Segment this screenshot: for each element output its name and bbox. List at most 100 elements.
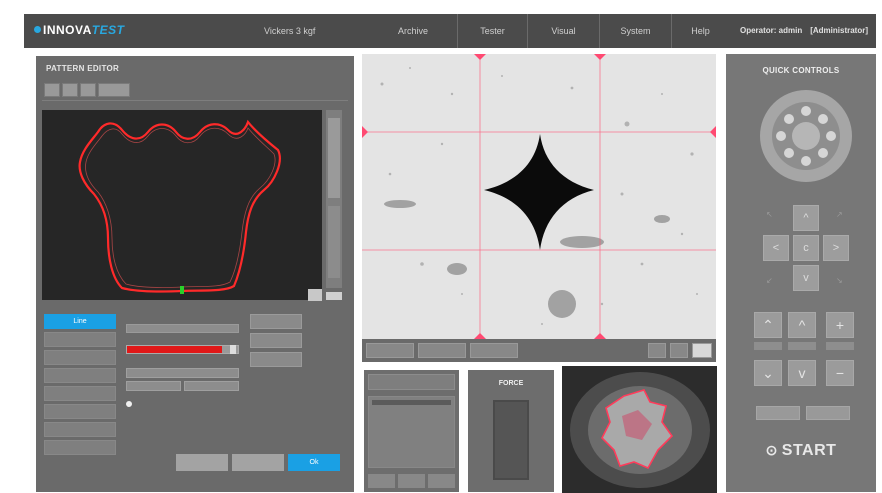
canvas-scrollbar[interactable] bbox=[326, 110, 342, 288]
center-stage-icon[interactable]: c bbox=[793, 235, 819, 261]
joystick-up-icon[interactable] bbox=[801, 106, 811, 116]
live-camera-view[interactable] bbox=[362, 54, 716, 339]
toolbar-button[interactable] bbox=[648, 343, 666, 358]
zoom-in-icon[interactable]: + bbox=[826, 312, 854, 338]
down-icon[interactable]: v bbox=[788, 360, 816, 386]
pattern-outline bbox=[78, 119, 281, 294]
quick-controls-title: QUICK CONTROLS bbox=[762, 66, 840, 75]
arrow-right-icon[interactable]: > bbox=[823, 235, 849, 261]
arrow-upleft-icon[interactable]: ↖ bbox=[766, 210, 773, 219]
arrow-down-icon[interactable]: v bbox=[793, 265, 819, 291]
slider-knob[interactable] bbox=[230, 345, 236, 354]
nav-tester[interactable]: Tester bbox=[457, 14, 527, 48]
joystick-right-icon[interactable] bbox=[826, 131, 836, 141]
tool-button[interactable] bbox=[80, 83, 96, 97]
tool-button[interactable] bbox=[44, 83, 60, 97]
action-button[interactable] bbox=[250, 314, 302, 329]
pattern-actions bbox=[250, 314, 302, 371]
tool-line-button[interactable]: Line bbox=[44, 314, 116, 329]
radio-icon[interactable] bbox=[126, 401, 132, 407]
toolbar-button[interactable] bbox=[470, 343, 518, 358]
option-button[interactable] bbox=[184, 381, 239, 391]
list-button[interactable] bbox=[398, 474, 425, 488]
toolbar-button[interactable] bbox=[418, 343, 466, 358]
footer-button[interactable] bbox=[176, 454, 228, 471]
tool-list-item[interactable] bbox=[44, 440, 116, 455]
step-indicator bbox=[826, 342, 854, 350]
nav-system[interactable]: System bbox=[599, 14, 671, 48]
tool-button[interactable] bbox=[62, 83, 78, 97]
option-radio-row[interactable] bbox=[126, 401, 239, 407]
measurement-list-panel bbox=[364, 370, 459, 492]
list-button[interactable] bbox=[368, 474, 395, 488]
tool-list-item[interactable] bbox=[44, 386, 116, 401]
nav-help[interactable]: Help bbox=[671, 14, 729, 48]
toolbar-button[interactable] bbox=[670, 343, 688, 358]
option-button[interactable] bbox=[126, 381, 181, 391]
arrow-upright-icon[interactable]: ↗ bbox=[836, 210, 843, 219]
tool-list-item[interactable] bbox=[44, 368, 116, 383]
tool-parameters bbox=[126, 312, 239, 430]
pattern-editor-toolbar bbox=[44, 83, 130, 97]
force-title: FORCE bbox=[498, 380, 524, 387]
param-field[interactable] bbox=[126, 324, 239, 333]
nav-visual[interactable]: Visual bbox=[527, 14, 599, 48]
scrollbar-thumb[interactable] bbox=[328, 118, 340, 198]
joystick-down-icon[interactable] bbox=[801, 156, 811, 166]
fast-up-icon[interactable]: ⌃ bbox=[754, 312, 782, 338]
footer-button[interactable] bbox=[232, 454, 284, 471]
list-item[interactable] bbox=[372, 400, 451, 405]
nav-archive[interactable]: Archive bbox=[369, 14, 457, 48]
option-button[interactable] bbox=[126, 368, 239, 378]
start-button[interactable]: ⊙ START bbox=[726, 442, 876, 460]
start-label: START bbox=[781, 442, 837, 459]
stage-dpad: ↖ ↗ ↙ ↘ ^ < c > v bbox=[760, 202, 852, 294]
tool-list: Line bbox=[44, 314, 116, 458]
toolbar-button[interactable] bbox=[366, 343, 414, 358]
application-window: INNOVATEST Vickers 3 kgf Archive Tester … bbox=[0, 0, 882, 493]
operator-role: [Administrator] bbox=[810, 26, 868, 35]
pattern-editor-title: PATTERN EDITOR bbox=[46, 64, 120, 73]
fast-down-icon[interactable]: ⌄ bbox=[754, 360, 782, 386]
arrow-downleft-icon[interactable]: ↙ bbox=[766, 276, 773, 285]
param-label bbox=[126, 316, 239, 322]
measurement-list[interactable] bbox=[368, 396, 455, 468]
arrow-downright-icon[interactable]: ↘ bbox=[836, 276, 843, 285]
tool-list-item[interactable] bbox=[44, 404, 116, 419]
top-bar: INNOVATEST Vickers 3 kgf Archive Tester … bbox=[24, 14, 876, 48]
joystick-center[interactable] bbox=[792, 122, 820, 150]
joystick-upleft-icon[interactable] bbox=[784, 114, 794, 124]
option-button-row bbox=[126, 381, 239, 391]
arrow-left-icon[interactable]: < bbox=[763, 235, 789, 261]
fit-button[interactable] bbox=[326, 292, 342, 300]
arrow-up-icon[interactable]: ^ bbox=[793, 205, 819, 231]
tool-list-item[interactable] bbox=[44, 332, 116, 347]
divider bbox=[42, 100, 348, 101]
joystick-control[interactable] bbox=[760, 90, 852, 182]
test-method[interactable]: Vickers 3 kgf bbox=[264, 26, 315, 36]
tool-list-item[interactable] bbox=[44, 422, 116, 437]
main-nav: Archive Tester Visual System Help bbox=[369, 14, 729, 48]
scrollbar-track bbox=[328, 206, 340, 278]
force-indicator bbox=[493, 400, 529, 480]
action-button[interactable] bbox=[250, 333, 302, 348]
up-icon[interactable]: ^ bbox=[788, 312, 816, 338]
zoom-button[interactable] bbox=[308, 289, 322, 301]
joystick-left-icon[interactable] bbox=[776, 131, 786, 141]
threshold-slider[interactable] bbox=[126, 345, 239, 354]
overview-image[interactable] bbox=[562, 366, 717, 493]
joystick-downleft-icon[interactable] bbox=[784, 148, 794, 158]
quick-action-button[interactable] bbox=[756, 406, 800, 420]
tool-button[interactable] bbox=[98, 83, 130, 97]
zoom-out-icon[interactable]: − bbox=[826, 360, 854, 386]
joystick-upright-icon[interactable] bbox=[818, 114, 828, 124]
action-button[interactable] bbox=[250, 352, 302, 367]
force-panel: FORCE bbox=[468, 370, 554, 492]
ok-button[interactable]: Ok bbox=[288, 454, 340, 471]
tool-list-item[interactable] bbox=[44, 350, 116, 365]
pattern-canvas[interactable] bbox=[42, 110, 322, 300]
joystick-downright-icon[interactable] bbox=[818, 148, 828, 158]
quick-action-button[interactable] bbox=[806, 406, 850, 420]
list-button[interactable] bbox=[428, 474, 455, 488]
toolbar-button[interactable] bbox=[692, 343, 712, 358]
